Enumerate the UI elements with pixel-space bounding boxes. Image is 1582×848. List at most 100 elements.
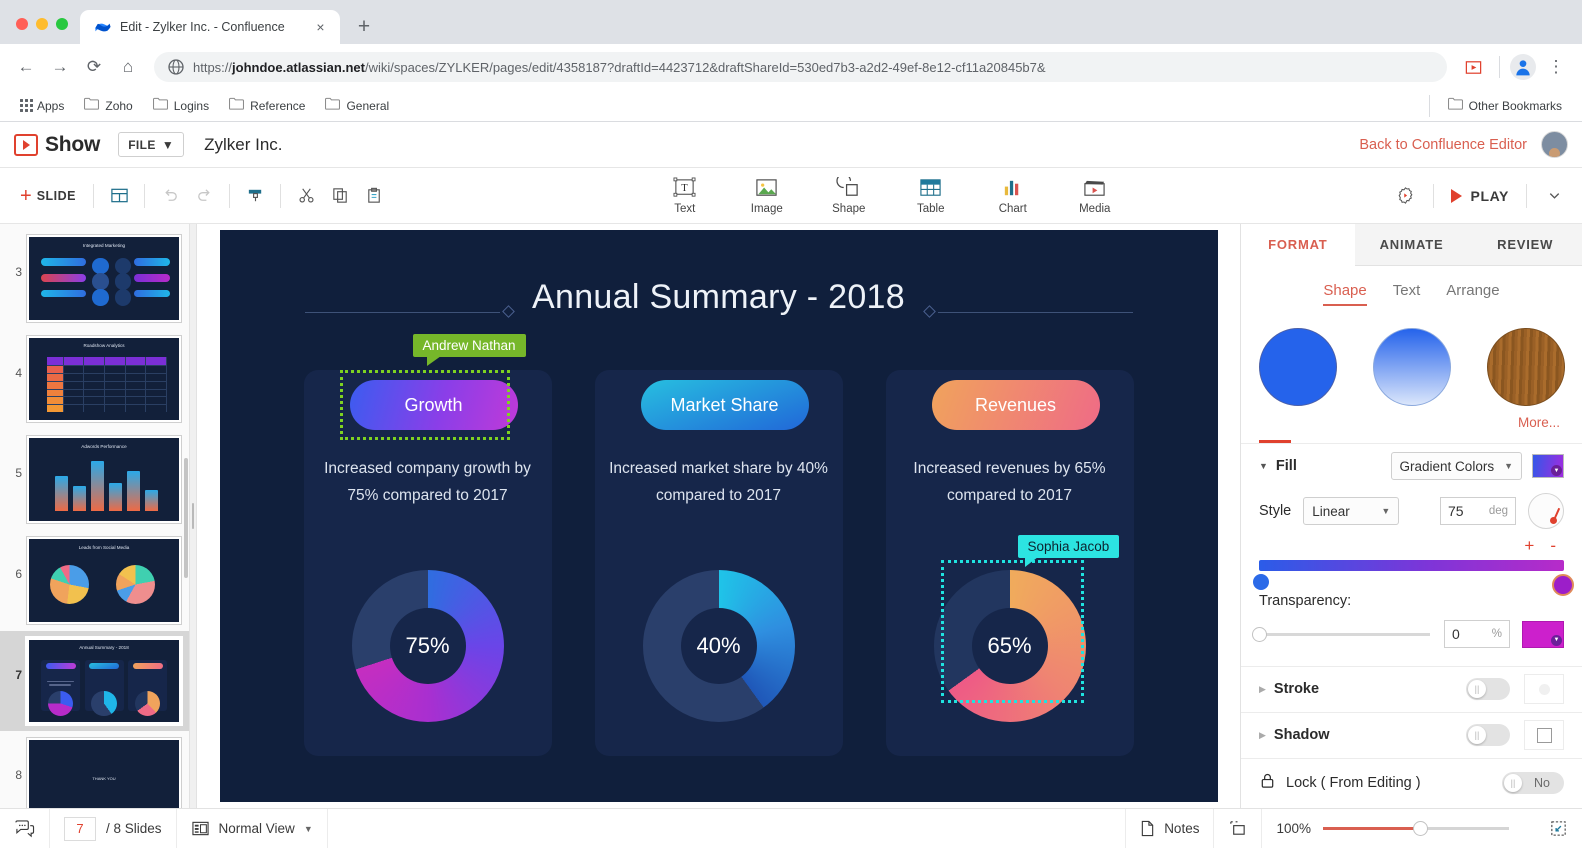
reload-icon[interactable]: ⟳ (78, 51, 110, 83)
gradient-angle-input[interactable]: 75 deg (1440, 497, 1516, 526)
profile-avatar[interactable] (1510, 54, 1536, 80)
play-button[interactable]: PLAY (1445, 188, 1515, 204)
lock-row[interactable]: Lock ( From Editing ) || No (1241, 757, 1582, 808)
bookmark-reference[interactable]: Reference (221, 94, 313, 118)
shadow-preview[interactable] (1524, 720, 1564, 751)
zoho-show-extension-icon[interactable] (1457, 51, 1489, 83)
slide-thumbnail-panel[interactable]: 3 Integrated Marketing 4 Roadshow Analyt… (0, 224, 190, 808)
pill-market-share[interactable]: Market Share (640, 380, 809, 430)
zoom-slider[interactable] (1323, 821, 1509, 836)
add-gradient-stop-button[interactable]: + (1524, 537, 1534, 554)
comments-button[interactable] (0, 809, 49, 848)
user-avatar[interactable] (1541, 131, 1568, 158)
window-controls[interactable] (10, 18, 80, 44)
donut-chart-market-share[interactable]: 40% (642, 570, 795, 722)
transparency-input[interactable]: 0 % (1444, 620, 1510, 649)
card-text-growth[interactable]: Increased company growth by 75% compared… (314, 455, 542, 509)
stroke-toggle[interactable]: || (1466, 678, 1510, 701)
insert-table-button[interactable]: Table (903, 177, 959, 215)
shadow-section-header[interactable]: ▶ Shadow || (1241, 711, 1582, 758)
shadow-toggle[interactable]: || (1466, 724, 1510, 747)
fullscreen-button[interactable] (1535, 809, 1582, 848)
gradient-angle-dial[interactable] (1528, 493, 1564, 530)
fit-slide-button[interactable] (1214, 809, 1261, 848)
bookmark-apps[interactable]: Apps (12, 96, 72, 116)
thumbnail-slide-8[interactable]: 8 THANK YOU (0, 731, 189, 808)
tab-review[interactable]: REVIEW (1468, 224, 1582, 266)
swatch-solid-blue[interactable] (1258, 328, 1337, 406)
fill-type-select[interactable]: Gradient Colors ▼ (1390, 452, 1522, 481)
paint-format-icon[interactable] (239, 180, 271, 212)
stroke-color-chip[interactable] (1524, 674, 1564, 705)
browser-menu-icon[interactable]: ⋮ (1540, 51, 1572, 83)
thumbnail-slide-4[interactable]: 4 Roadshow Analytics (0, 329, 189, 430)
pill-growth[interactable]: Growth (349, 380, 518, 430)
zoom-control[interactable]: 100% (1262, 809, 1535, 848)
back-to-confluence-link[interactable]: Back to Confluence Editor (1359, 137, 1527, 153)
subtab-text[interactable]: Text (1393, 282, 1421, 306)
slide-counter[interactable]: 7 / 8 Slides (50, 809, 176, 848)
browser-tab[interactable]: Edit - Zylker Inc. - Confluence × (80, 10, 340, 44)
redo-icon[interactable] (188, 180, 220, 212)
tab-animate[interactable]: ANIMATE (1354, 224, 1469, 266)
home-icon[interactable]: ⌂ (112, 51, 144, 83)
gradient-preview-bar[interactable] (1253, 560, 1574, 597)
transparency-slider[interactable] (1252, 626, 1430, 642)
thumbnail-slide-6[interactable]: 6 Leads from Social Media (0, 530, 189, 631)
bookmark-zoho[interactable]: Zoho (76, 94, 140, 118)
insert-media-button[interactable]: Media (1067, 177, 1123, 215)
slide-editing-area[interactable]: Annual Summary - 2018 Growth Market Shar… (219, 230, 1218, 802)
lock-toggle[interactable]: || No (1502, 772, 1564, 795)
chevron-down-icon[interactable] (1538, 180, 1570, 212)
pill-revenues[interactable]: Revenues (931, 380, 1100, 430)
back-icon[interactable]: ← (10, 51, 42, 83)
donut-chart-revenues[interactable]: 65% (933, 570, 1086, 722)
address-bar[interactable]: https://johndoe.atlassian.net/wiki/space… (154, 52, 1447, 82)
tab-format[interactable]: FORMAT (1241, 224, 1355, 266)
card-text-revenues[interactable]: Increased revenues by 65% compared to 20… (896, 455, 1124, 509)
thumbnail-slide-5[interactable]: 5 Adwords Performance (0, 429, 189, 530)
forward-icon[interactable]: → (44, 51, 76, 83)
donut-chart-growth[interactable]: 75% (351, 570, 504, 722)
minimize-window-button[interactable] (36, 18, 48, 30)
insert-chart-button[interactable]: Chart (985, 177, 1041, 215)
current-slide-input[interactable]: 7 (64, 816, 96, 841)
undo-icon[interactable] (154, 180, 186, 212)
swatch-wood-texture[interactable] (1486, 328, 1565, 406)
view-mode-selector[interactable]: Normal View ▼ (177, 809, 327, 848)
gradient-style-select[interactable]: Linear ▼ (1303, 497, 1400, 526)
maximize-window-button[interactable] (56, 18, 68, 30)
new-tab-button[interactable]: + (350, 12, 378, 40)
close-icon[interactable]: × (312, 19, 329, 36)
slide-canvas[interactable]: Annual Summary - 2018 Growth Market Shar… (197, 224, 1240, 808)
more-styles-link[interactable]: More... (1518, 415, 1560, 430)
subtab-arrange[interactable]: Arrange (1446, 282, 1499, 306)
copy-icon[interactable] (324, 180, 356, 212)
bookmark-logins[interactable]: Logins (145, 94, 217, 118)
thumbnail-slide-7[interactable]: 7 Annual Summary - 2018 (0, 630, 189, 732)
fill-section-header[interactable]: ▼ Fill Gradient Colors ▼ ▼ (1241, 442, 1582, 489)
insert-shape-button[interactable]: Shape (821, 176, 877, 215)
add-slide-button[interactable]: + SLIDE (12, 186, 84, 206)
insert-image-button[interactable]: Image (739, 177, 795, 215)
stroke-section-header[interactable]: ▶ Stroke || (1241, 665, 1582, 712)
file-menu-button[interactable]: FILE ▼ (118, 132, 185, 157)
remove-gradient-stop-button[interactable]: - (1550, 537, 1556, 554)
scissors-icon[interactable] (290, 180, 322, 212)
card-text-market-share[interactable]: Increased market share by 40% compared t… (605, 455, 833, 509)
other-bookmarks-button[interactable]: Other Bookmarks (1440, 94, 1570, 118)
fill-color-chip[interactable]: ▼ (1532, 454, 1564, 479)
close-window-button[interactable] (16, 18, 28, 30)
transparency-color-chip[interactable]: ▼ (1522, 620, 1564, 648)
panel-splitter[interactable] (190, 224, 197, 808)
thumbnail-scrollbar[interactable] (184, 457, 188, 578)
slider-knob[interactable] (1252, 626, 1267, 642)
subtab-shape[interactable]: Shape (1323, 282, 1367, 306)
insert-text-button[interactable]: T Text (657, 177, 713, 215)
thumbnail-slide-3[interactable]: 3 Integrated Marketing (0, 228, 189, 329)
gear-icon[interactable] (1390, 180, 1422, 212)
layout-icon[interactable] (103, 180, 135, 212)
bookmark-general[interactable]: General (317, 94, 397, 118)
swatch-gradient-blue[interactable] (1372, 328, 1451, 406)
zoom-slider-knob[interactable] (1412, 821, 1428, 836)
